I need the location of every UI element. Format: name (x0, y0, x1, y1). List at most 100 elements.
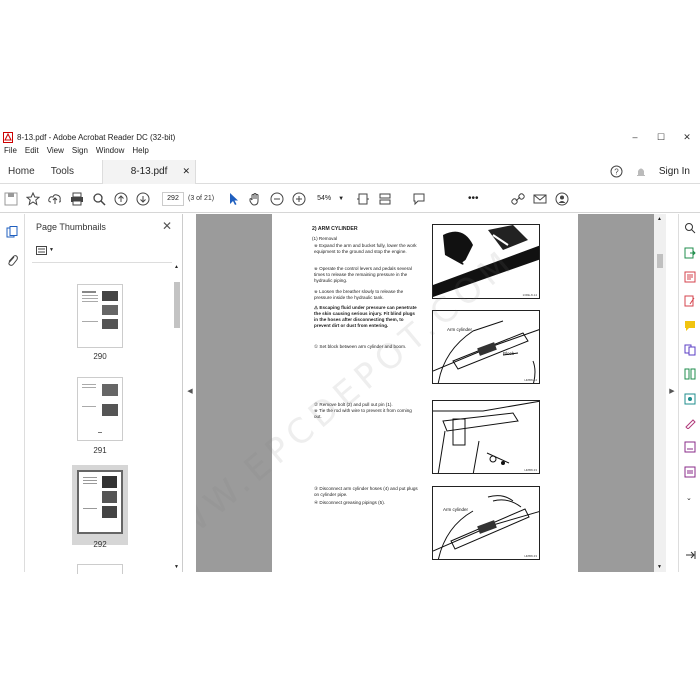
acrobat-window: 8-13.pdf - Adobe Acrobat Reader DC (32-b… (0, 129, 700, 574)
window-title: 8-13.pdf - Adobe Acrobat Reader DC (32-b… (17, 132, 176, 142)
right-tools-strip: ⌄ (678, 214, 700, 572)
zoom-search-tool-icon[interactable] (684, 222, 696, 234)
send-for-signature-icon[interactable] (684, 441, 696, 453)
edit-pdf-icon[interactable] (684, 295, 696, 307)
options-list-icon (36, 245, 47, 255)
page-count: (3 of 21) (188, 195, 215, 202)
bullet-item: ※ Operate the control levers and pedals … (314, 266, 412, 283)
account-icon[interactable] (553, 190, 571, 208)
more-tools-chevron-icon[interactable]: ⌄ (686, 494, 692, 502)
thumbnail-label: 290 (93, 352, 107, 361)
hoses-illustration (433, 495, 539, 559)
menu-file[interactable]: File (0, 146, 21, 158)
close-window-button[interactable]: ✕ (674, 132, 700, 143)
tab-home[interactable]: Home (0, 166, 43, 177)
zoom-dropdown-icon[interactable]: ▼ (338, 196, 344, 202)
bullet-text: Operate the control levers and pedals se… (314, 266, 412, 283)
print-icon[interactable] (68, 190, 86, 208)
upload-cloud-icon[interactable] (46, 190, 64, 208)
scroll-mode-icon[interactable] (376, 190, 394, 208)
more-tools-icon[interactable]: ••• (468, 193, 479, 204)
main-toolbar: 292 (3 of 21) 54% ▼ ••• (0, 185, 700, 213)
bullet-item: ※ Expand the arm and bucket fully, lower… (314, 243, 417, 254)
thumbnail-preview (82, 291, 118, 329)
thumbnail-page-292[interactable] (77, 470, 123, 534)
hand-tool-icon[interactable] (246, 190, 264, 208)
thumbnails-scrollbar[interactable]: ▲ ▼ (174, 264, 180, 570)
figure-code: 13RE-8-14 (522, 293, 537, 297)
menu-view[interactable]: View (43, 146, 68, 158)
protect-icon[interactable] (684, 466, 696, 478)
tab-document[interactable]: 8-13.pdf ✕ (102, 159, 197, 184)
thumbnail-page-291[interactable] (77, 377, 123, 441)
comment-icon[interactable] (410, 190, 428, 208)
tab-close-icon[interactable]: ✕ (183, 166, 191, 177)
thumbnail-label: 292 (93, 540, 107, 549)
thumbnail-preview (83, 476, 117, 518)
scroll-down-arrow-icon[interactable]: ▼ (174, 564, 179, 570)
zoom-in-icon[interactable] (290, 190, 308, 208)
page-view-icon[interactable] (354, 190, 372, 208)
next-page-icon[interactable] (134, 190, 152, 208)
panel-divider (32, 262, 172, 263)
step-3: ③ Disconnect arm cylinder hoses (4) and … (314, 486, 418, 497)
document-scrollbar[interactable]: ▲ ▼ (654, 214, 666, 572)
document-scroll-thumb[interactable] (657, 254, 663, 268)
close-panel-icon[interactable]: ✕ (162, 219, 172, 233)
save-icon[interactable] (2, 190, 20, 208)
page-number-input[interactable]: 292 (162, 191, 184, 206)
step-4: ④ Disconnect greasing pipings (5). (314, 500, 386, 505)
collapse-tools-icon[interactable] (684, 549, 696, 561)
menu-sign[interactable]: Sign (68, 146, 92, 158)
organize-pages-icon[interactable] (684, 368, 696, 380)
bookmark-star-icon[interactable] (24, 190, 42, 208)
tab-tools[interactable]: Tools (43, 166, 82, 177)
thumbnail-page-290[interactable] (77, 284, 123, 348)
export-pdf-icon[interactable] (684, 247, 696, 259)
share-link-icon[interactable] (509, 190, 527, 208)
bullet-text: Loosen the breather slowly to release th… (314, 289, 404, 300)
thumbnails-scroll-thumb[interactable] (174, 282, 180, 328)
tab-document-label: 8-13.pdf (130, 166, 168, 177)
fill-sign-icon[interactable] (684, 417, 696, 429)
combine-files-icon[interactable] (684, 344, 696, 356)
attachments-paperclip-icon[interactable] (6, 254, 19, 267)
previous-page-icon[interactable] (112, 190, 130, 208)
scroll-up-arrow-icon[interactable]: ▲ (174, 264, 179, 270)
scan-ocr-icon[interactable] (684, 393, 696, 405)
bullet-item: ※ Loosen the breather slowly to release … (314, 289, 404, 300)
page-thumbnails-panel: Page Thumbnails ✕ ▼ 290 291 292 ▲ ▼ (26, 214, 183, 574)
search-icon[interactable] (90, 190, 108, 208)
menu-help[interactable]: Help (128, 146, 152, 158)
label-block: Block (503, 351, 515, 356)
create-pdf-icon[interactable] (684, 271, 696, 283)
thumbnail-options-button[interactable]: ▼ (36, 244, 58, 256)
sign-in-button[interactable]: Sign In (659, 166, 690, 177)
svg-text:?: ? (614, 168, 619, 177)
document-viewport[interactable]: 2) ARM CYLINDER (1) Removal ※ Expand the… (196, 214, 666, 572)
minimize-button[interactable]: – (622, 132, 648, 142)
help-icon[interactable]: ? (610, 165, 623, 178)
notifications-bell-icon[interactable] (635, 166, 647, 178)
thumbnail-label: 291 (93, 446, 107, 455)
email-icon[interactable] (531, 190, 549, 208)
menu-edit[interactable]: Edit (21, 146, 43, 158)
maximize-button[interactable]: ☐ (648, 132, 674, 143)
zoom-level[interactable]: 54% (314, 195, 334, 202)
figure-code: HMB8-33 (524, 468, 537, 472)
select-cursor-icon[interactable] (224, 190, 242, 208)
chevron-down-icon: ▼ (49, 247, 54, 253)
page-thumbnails-icon[interactable] (6, 226, 19, 239)
collapse-right-panel-icon[interactable]: ▶ (667, 387, 677, 395)
thumbnail-page-next[interactable] (77, 564, 123, 574)
menu-window[interactable]: Window (92, 146, 128, 158)
scroll-up-arrow-icon[interactable]: ▲ (657, 216, 662, 222)
collapse-left-panel-icon[interactable]: ◀ (185, 387, 195, 395)
left-tool-strip (0, 214, 25, 572)
scroll-down-arrow-icon[interactable]: ▼ (657, 564, 662, 570)
figure-code: HMB8-14 (524, 378, 537, 382)
zoom-out-icon[interactable] (268, 190, 286, 208)
comment-tool-icon[interactable] (684, 320, 696, 332)
pin-removal-illustration (433, 401, 539, 473)
figure-remove-pin: HMB8-33 (432, 400, 540, 474)
